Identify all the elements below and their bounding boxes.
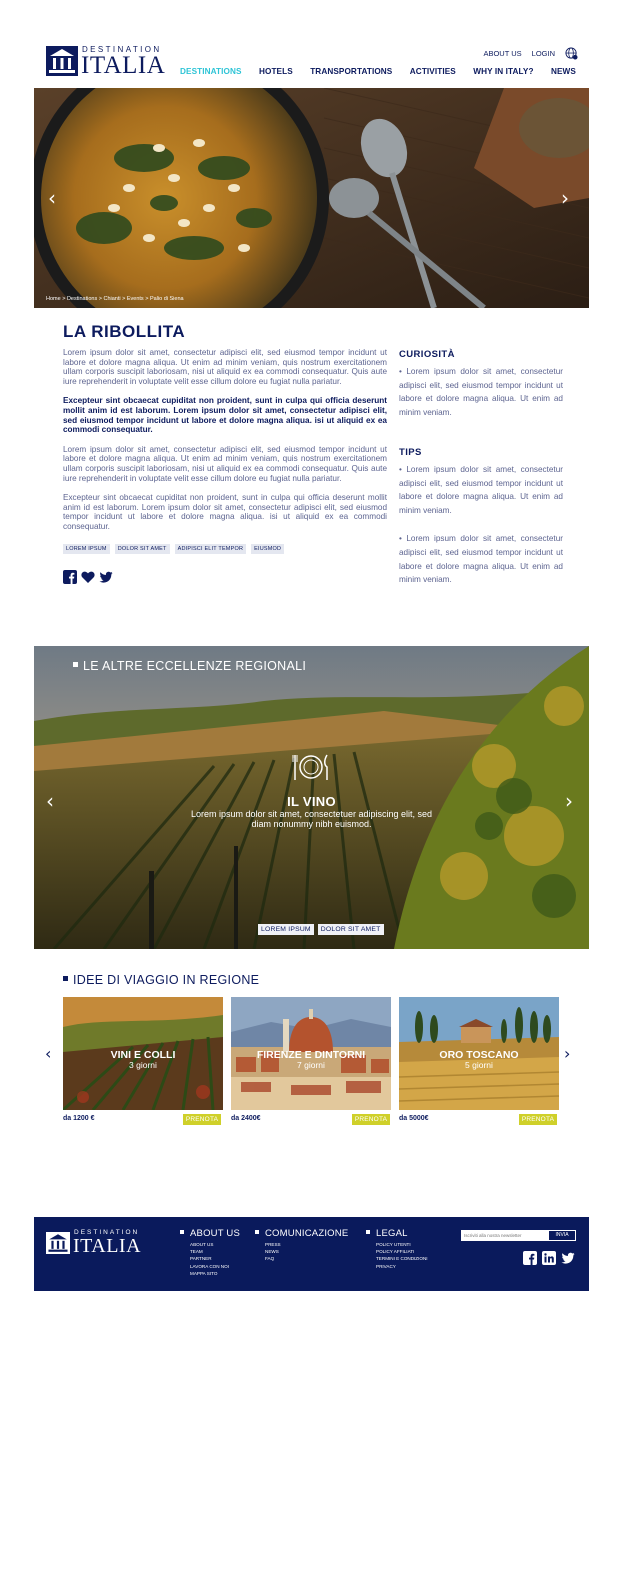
nav-hotels[interactable]: HOTELS [259,67,293,76]
article-body: Lorem ipsum dolor sit amet, consectetur … [63,348,387,542]
footer-col-about: ABOUT US ABOUT US TEAM PARTNER LAVORA CO… [180,1228,240,1277]
prenota-button[interactable]: PRENOTA [519,1114,557,1125]
logo-temple-icon [46,1232,70,1254]
globe-language-icon[interactable] [565,47,578,60]
trip-days: 7 giorni [297,1060,325,1070]
trip-card-oro-toscano[interactable]: ORO TOSCANO 5 giorni [399,997,559,1110]
prenota-button[interactable]: PRENOTA [183,1114,221,1125]
regional-item-text: Lorem ipsum dolor sit amet, consectetuer… [190,809,433,829]
trip-price: da 5000€ [399,1115,429,1122]
tag[interactable]: ADIPISCI ELIT TEMPOR [174,544,247,554]
footer-social [523,1251,575,1265]
logo-main-text: ITALIA [81,52,166,79]
tag[interactable]: DOLOR SIT AMET [114,544,170,554]
linkedin-icon[interactable] [542,1251,556,1265]
prenota-button[interactable]: PRENOTA [352,1114,390,1125]
heart-icon[interactable] [81,570,95,584]
regional-title: LE ALTRE ECCELLENZE REGIONALI [73,659,306,673]
footer-link[interactable]: TERMINI E CONDIZIONI [366,1255,428,1262]
trip-days: 3 giorni [129,1060,157,1070]
regional-item-title: IL VINO [287,794,336,809]
square-bullet-icon [63,976,68,981]
plate-cutlery-icon [292,754,328,780]
breadcrumb: Home > Destinations > Chianti > Events >… [46,296,184,302]
newsletter-input[interactable]: Iscriviti alla nostra newsletter [462,1231,549,1240]
twitter-icon[interactable] [561,1251,575,1265]
tag[interactable]: DOLOR SIT AMET [317,924,384,935]
regional-carousel: LE ALTRE ECCELLENZE REGIONALI IL VINO Lo… [34,646,589,949]
hero-next-arrow[interactable]: › [561,188,569,208]
footer: DESTINATION ITALIA ABOUT US ABOUT US TEA… [34,1217,589,1291]
trip-card-firenze-e-dintorni[interactable]: FIRENZE E DINTORNI 7 giorni [231,997,391,1110]
trip-price: da 1200 € [63,1115,95,1122]
tag[interactable]: LOREM IPSUM [258,924,314,935]
newsletter-form: Iscriviti alla nostra newsletter INVIA [461,1230,576,1241]
trip-card-vini-e-colli[interactable]: VINI E COLLI 3 giorni [63,997,223,1110]
footer-link[interactable]: ABOUT US [180,1241,240,1248]
hero-food-image [34,88,589,308]
site-logo[interactable]: DESTINATION ITALIA [46,44,166,78]
tag[interactable]: EIUSMOD [251,544,285,554]
curiosita-text: • Lorem ipsum dolor sit amet, consectetu… [399,366,563,418]
article-paragraph: Lorem ipsum dolor sit amet, consectetur … [63,348,387,386]
footer-link[interactable]: FAQ [255,1255,348,1262]
square-bullet-icon [255,1230,259,1234]
tip-item: • Lorem ipsum dolor sit amet, consectetu… [399,464,563,516]
article-title: LA RIBOLLITA [63,322,186,341]
main-nav: DESTINATIONS HOTELS TRANSPORTATIONS ACTI… [180,67,576,76]
ideas-title: IDEE DI VIAGGIO IN REGIONE [63,973,259,987]
hero-carousel: ‹ › Home > Destinations > Chianti > Even… [34,88,589,308]
article-sidebar: CURIOSITÀ • Lorem ipsum dolor sit amet, … [399,348,563,587]
curiosita-title: CURIOSITÀ [399,349,455,360]
trip-days: 5 giorni [465,1060,493,1070]
square-bullet-icon [180,1230,184,1234]
tips-title: TIPS [399,446,422,458]
article-paragraph-bold: Excepteur sint obcaecat cupiditat non pr… [63,396,387,435]
footer-link[interactable]: PARTNER [180,1255,240,1262]
about-us-link[interactable]: ABOUT US [483,49,521,58]
tip-item: • Lorem ipsum dolor sit amet, consectetu… [399,533,563,585]
footer-link[interactable]: MAPPA SITO [180,1270,240,1277]
footer-col-comunicazione: COMUNICAZIONE PRESS NEWS FAQ [255,1228,348,1263]
footer-link[interactable]: PRIVACY [366,1263,428,1270]
footer-col-legal: LEGAL POLICY UTENTI POLICY AFFILIATI TER… [366,1228,428,1270]
logo-main-text: ITALIA [73,1235,142,1257]
utility-nav: ABOUT US LOGIN [483,47,578,60]
tag[interactable]: LOREM IPSUM [63,544,110,554]
article-paragraph: Lorem ipsum dolor sit amet, consectetur … [63,444,387,483]
footer-link[interactable]: POLICY AFFILIATI [366,1248,428,1255]
logo-temple-icon [46,46,78,76]
nav-activities[interactable]: ACTIVITIES [410,67,456,76]
ideas-prev-arrow[interactable]: ‹ [45,1044,51,1063]
nav-destinations[interactable]: DESTINATIONS [180,67,242,76]
nav-transportations[interactable]: TRANSPORTATIONS [310,67,392,76]
regional-prev-arrow[interactable]: ‹ [46,791,54,811]
article-paragraph: Excepteur sint obcaecat cupiditat non pr… [63,493,387,531]
trip-price: da 2400€ [231,1115,261,1122]
footer-link[interactable]: PRESS [255,1241,348,1248]
footer-link[interactable]: NEWS [255,1248,348,1255]
article-share [63,570,113,584]
facebook-icon[interactable] [63,570,77,584]
footer-logo[interactable]: DESTINATION ITALIA [46,1229,146,1257]
footer-link[interactable]: LAVORA CON NOI [180,1263,240,1270]
login-link[interactable]: LOGIN [532,49,555,58]
regional-next-arrow[interactable]: › [565,791,573,811]
nav-news[interactable]: NEWS [551,67,576,76]
twitter-icon[interactable] [99,570,113,584]
newsletter-submit-button[interactable]: INVIA [549,1231,575,1240]
regional-tags: LOREM IPSUM DOLOR SIT AMET [258,924,384,935]
square-bullet-icon [366,1230,370,1234]
footer-link[interactable]: POLICY UTENTI [366,1241,428,1248]
article-tags: LOREM IPSUM DOLOR SIT AMET ADIPISCI ELIT… [63,544,285,554]
nav-why-in-italy[interactable]: WHY IN ITALY? [473,67,533,76]
footer-link[interactable]: TEAM [180,1248,240,1255]
square-bullet-icon [73,662,78,667]
hero-prev-arrow[interactable]: ‹ [48,188,56,208]
facebook-icon[interactable] [523,1251,537,1265]
ideas-next-arrow[interactable]: › [564,1044,570,1063]
